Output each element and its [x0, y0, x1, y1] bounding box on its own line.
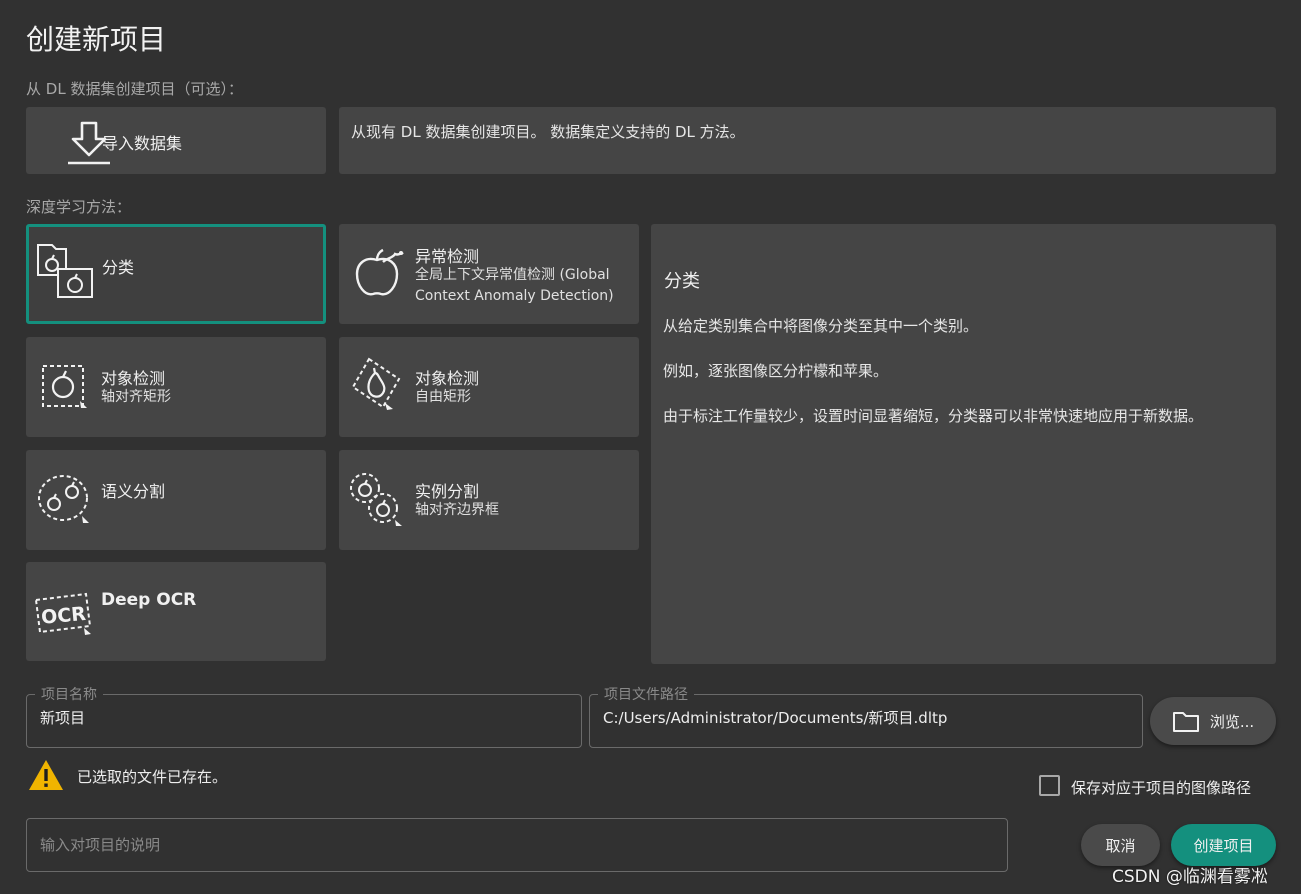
- method-description-paragraph: 由于标注工作量较少，设置时间显著缩短，分类器可以非常快速地应用于新数据。: [663, 407, 1204, 425]
- method-tile-deep-ocr[interactable]: OCR Deep OCR: [26, 562, 326, 661]
- method-description-heading: 分类: [664, 271, 700, 292]
- csdn-watermark: CSDN @临渊看雾凇: [1112, 867, 1268, 887]
- project-path-field[interactable]: 项目文件路径: [589, 684, 1143, 748]
- method-tile-classification[interactable]: 分类: [26, 224, 326, 324]
- dataset-description-text: 从现有 DL 数据集创建项目。 数据集定义支持的 DL 方法。: [351, 123, 745, 141]
- browse-button[interactable]: 浏览...: [1150, 697, 1276, 745]
- method-tile-instance-segmentation[interactable]: 实例分割 轴对齐边界框: [339, 450, 639, 550]
- warning-text: 已选取的文件已存在。: [77, 768, 228, 786]
- import-dataset-label: 导入数据集: [102, 134, 183, 153]
- create-project-button[interactable]: 创建项目: [1171, 824, 1276, 866]
- method-tile-object-detection-axis-aligned[interactable]: 对象检测 轴对齐矩形: [26, 337, 326, 437]
- method-subtitle: 自由矩形: [415, 389, 471, 405]
- methods-section-label: 深度学习方法：: [26, 198, 132, 216]
- save-image-paths-label[interactable]: 保存对应于项目的图像路径: [1071, 777, 1251, 798]
- method-description-panel: 分类 从给定类别集合中将图像分类至其中一个类别。 例如，逐张图像区分柠檬和苹果。…: [651, 224, 1276, 664]
- method-title: 对象检测: [101, 369, 166, 388]
- project-name-field[interactable]: 项目名称: [26, 684, 582, 748]
- dataset-description-box: 从现有 DL 数据集创建项目。 数据集定义支持的 DL 方法。: [339, 107, 1276, 174]
- project-path-input[interactable]: [603, 708, 1129, 726]
- method-title: 分类: [102, 258, 135, 277]
- warning-triangle-icon: [27, 758, 65, 796]
- project-name-legend: 项目名称: [35, 684, 103, 704]
- method-tile-semantic-segmentation[interactable]: 语义分割: [26, 450, 326, 550]
- classification-icon: [34, 241, 96, 305]
- save-image-paths-checkbox[interactable]: [1039, 775, 1060, 796]
- method-subtitle: 轴对齐边界框: [415, 502, 499, 518]
- method-title: 语义分割: [101, 482, 166, 501]
- method-subtitle: 全局上下文异常值检测 (Global Context Anomaly Detec…: [415, 267, 614, 304]
- method-tile-anomaly-detection[interactable]: 异常检测 全局上下文异常值检测 (Global Context Anomaly …: [339, 224, 639, 324]
- method-description-paragraph: 从给定类别集合中将图像分类至其中一个类别。: [663, 317, 979, 335]
- import-dataset-button[interactable]: 导入数据集: [26, 107, 326, 174]
- project-description-field[interactable]: [26, 818, 1008, 872]
- project-path-legend: 项目文件路径: [598, 684, 694, 704]
- object-detection-axis-aligned-icon: [40, 361, 90, 415]
- anomaly-detection-icon: [353, 248, 407, 302]
- dataset-section-label: 从 DL 数据集创建项目（可选）：: [26, 80, 243, 98]
- dialog-title: 创建新项目: [26, 23, 167, 56]
- object-detection-oriented-icon: [347, 357, 405, 417]
- method-title: 对象检测: [415, 369, 480, 388]
- cancel-button[interactable]: 取消: [1081, 824, 1160, 866]
- method-subtitle: 轴对齐矩形: [101, 389, 171, 405]
- method-title: 异常检测: [415, 247, 480, 266]
- method-title: 实例分割: [415, 482, 480, 501]
- ocr-icon: OCR: [32, 590, 94, 640]
- method-title: Deep OCR: [101, 590, 197, 610]
- svg-text:OCR: OCR: [40, 603, 87, 629]
- method-tile-object-detection-oriented[interactable]: 对象检测 自由矩形: [339, 337, 639, 437]
- semantic-segmentation-icon: [36, 472, 94, 530]
- instance-segmentation-icon: [347, 470, 405, 532]
- folder-icon: [1172, 709, 1200, 733]
- project-description-input[interactable]: [40, 836, 994, 854]
- project-name-input[interactable]: [40, 708, 568, 726]
- browse-label: 浏览...: [1209, 712, 1255, 731]
- method-description-paragraph: 例如，逐张图像区分柠檬和苹果。: [663, 362, 889, 380]
